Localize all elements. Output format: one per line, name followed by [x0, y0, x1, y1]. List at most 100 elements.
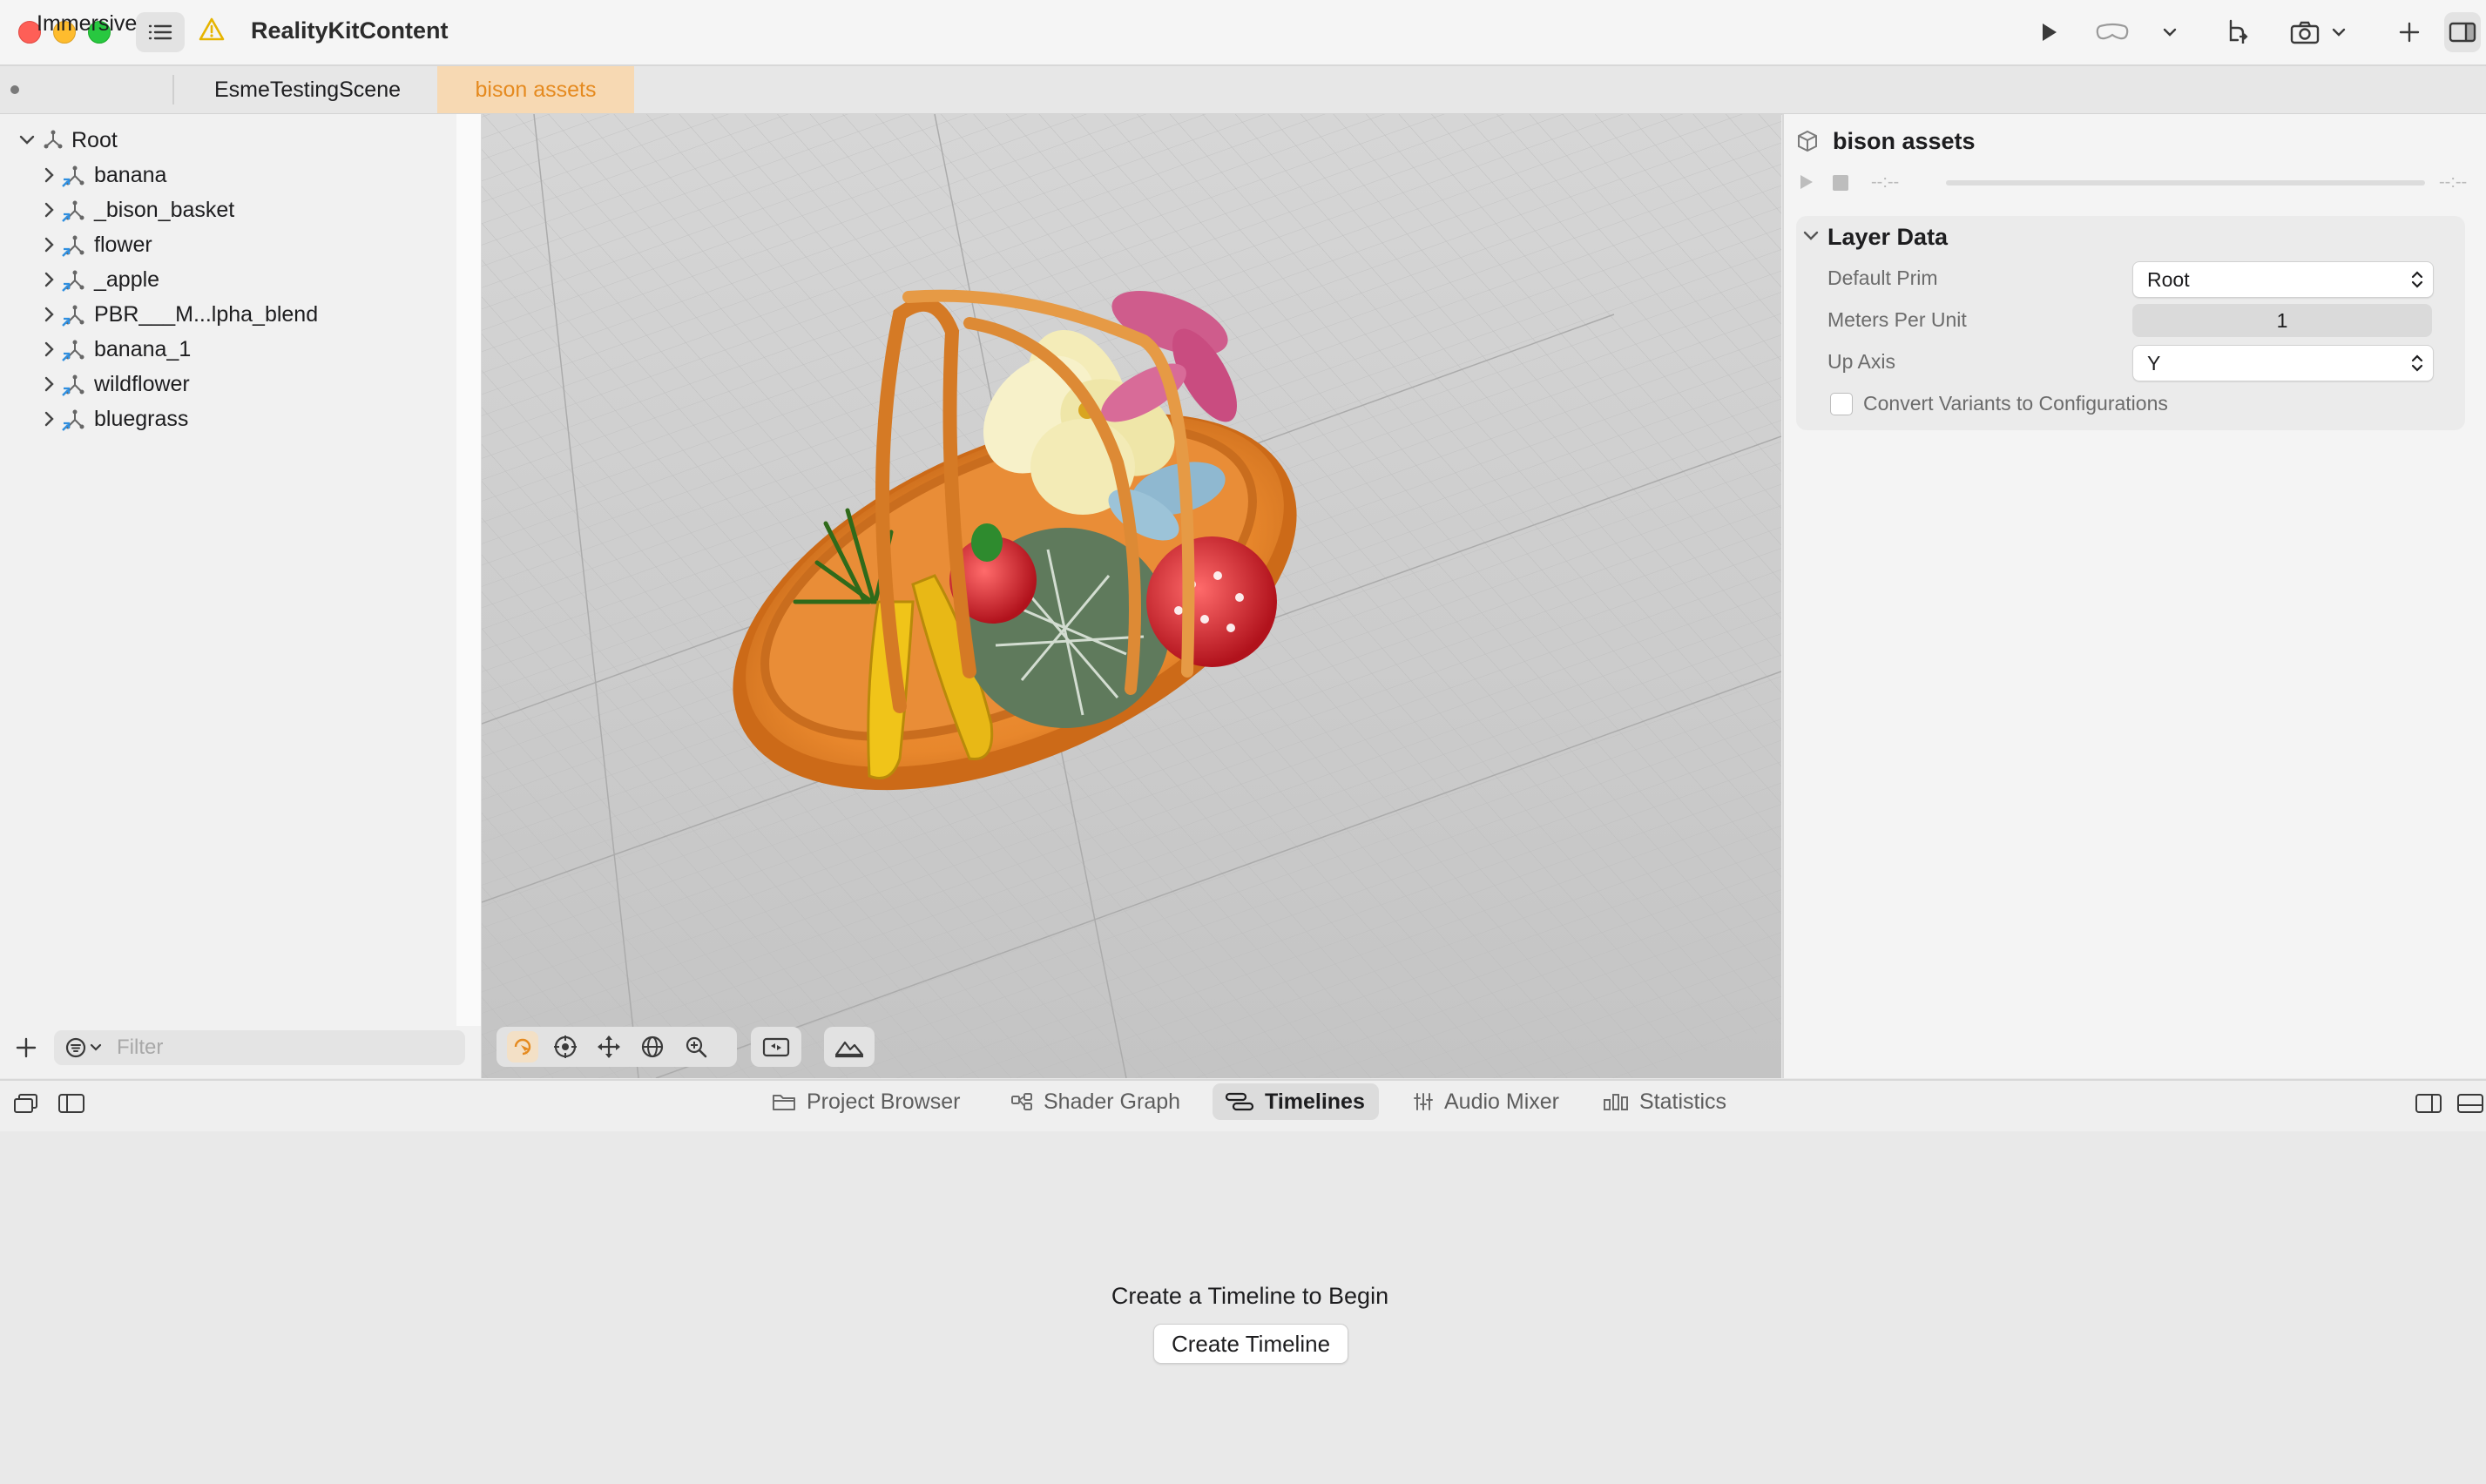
sidebar-right-icon[interactable] — [2415, 1092, 2442, 1115]
chevron-down-icon — [2163, 28, 2177, 37]
default-prim-label: Default Prim — [1827, 266, 1938, 289]
inspector-toggle-button[interactable] — [2444, 12, 2481, 52]
tree-row-label: bluegrass — [94, 407, 189, 431]
play-button[interactable] — [2033, 12, 2064, 52]
tree-row-label: banana — [94, 163, 167, 187]
entity-node-icon — [61, 199, 87, 223]
camera-icon — [2290, 21, 2320, 44]
tree-row-label: _bison_basket — [94, 198, 235, 222]
orbit-tool-icon[interactable] — [552, 1034, 578, 1060]
camera-tool-button[interactable] — [751, 1027, 801, 1067]
select-tool-icon[interactable] — [507, 1031, 538, 1062]
snapshot-button[interactable] — [2287, 12, 2322, 52]
add-entity-button[interactable] — [14, 1035, 38, 1060]
chevron-right-icon[interactable] — [42, 409, 56, 428]
chevron-right-icon[interactable] — [42, 305, 56, 324]
chevron-right-icon[interactable] — [42, 270, 56, 289]
unsaved-dot-icon — [10, 85, 19, 94]
tree-row-entity[interactable]: _apple — [0, 263, 456, 298]
chevron-right-icon[interactable] — [42, 340, 56, 359]
preview-play-button[interactable] — [1796, 172, 1815, 192]
filter-input[interactable] — [54, 1030, 465, 1065]
device-send-icon — [2229, 19, 2248, 44]
sidebar-left-icon[interactable] — [57, 1092, 85, 1115]
chevron-down-icon — [2332, 28, 2346, 37]
chevron-right-icon[interactable] — [42, 374, 56, 394]
tab-immersive[interactable]: Immersive — [37, 0, 137, 47]
navigator-divider — [456, 114, 482, 1078]
zoom-tool-icon[interactable] — [683, 1034, 709, 1060]
bottom-panel-icon[interactable] — [2456, 1092, 2484, 1115]
tree-row-entity[interactable]: wildflower — [0, 368, 456, 402]
add-button[interactable] — [2394, 12, 2425, 52]
timelines-icon — [1225, 1092, 1254, 1111]
default-prim-popup[interactable]: Root — [2132, 261, 2434, 298]
rotate-tool-icon[interactable] — [639, 1034, 665, 1060]
play-icon — [1800, 175, 1813, 189]
environment-button[interactable] — [824, 1027, 875, 1067]
vision-pro-button[interactable] — [2092, 12, 2132, 52]
chevron-down-icon[interactable] — [17, 132, 37, 148]
tree-row-entity[interactable]: _bison_basket — [0, 193, 456, 228]
up-axis-popup[interactable]: Y — [2132, 345, 2434, 381]
updown-arrows-icon — [2410, 269, 2424, 290]
stop-icon[interactable] — [1833, 175, 1848, 191]
inspector-title: bison assets — [1833, 128, 1976, 154]
tree-row-entity[interactable]: banana_1 — [0, 333, 456, 368]
chevron-right-icon[interactable] — [42, 235, 56, 254]
entity-node-icon — [61, 373, 87, 397]
window-title: RealityKitContent — [251, 17, 449, 44]
tree-row-entity[interactable]: banana — [0, 159, 456, 193]
tab-label: Statistics — [1639, 1089, 1727, 1114]
entity-cube-icon — [1796, 129, 1819, 153]
tab-project-browser[interactable]: Project Browser — [760, 1083, 974, 1120]
tree-row-entity[interactable]: PBR___M...lpha_blend — [0, 298, 456, 333]
warning-icon[interactable] — [199, 17, 225, 42]
snapshot-menu-button[interactable] — [2326, 12, 2352, 52]
tree-row-label: wildflower — [94, 372, 190, 396]
play-icon — [2043, 24, 2057, 41]
viewport-canvas[interactable] — [482, 114, 1781, 1078]
chevron-right-icon[interactable] — [42, 165, 56, 185]
tab-label: Timelines — [1265, 1089, 1365, 1114]
tree-row-label: banana_1 — [94, 337, 192, 361]
send-to-device-button[interactable] — [2219, 12, 2254, 52]
convert-variants-checkbox[interactable] — [1830, 393, 1853, 415]
filter-options-icon[interactable] — [64, 1036, 108, 1059]
tab-label: Project Browser — [807, 1089, 961, 1114]
tab-timelines[interactable]: Timelines — [1213, 1083, 1379, 1120]
tree-row-entity[interactable]: flower — [0, 228, 456, 263]
timeline-empty-message: Create a Timeline to Begin — [1111, 1283, 1389, 1309]
tab-separator — [172, 75, 174, 105]
section-title: Layer Data — [1827, 224, 1949, 250]
tab-esme-testing-scene[interactable]: EsmeTestingScene — [214, 66, 401, 113]
scene-viewport[interactable] — [482, 114, 1781, 1078]
playback-scrubber[interactable] — [1946, 180, 2425, 186]
updown-arrows-icon — [2410, 353, 2424, 374]
meters-per-unit-field[interactable]: 1 — [2132, 304, 2432, 337]
chevron-down-icon[interactable] — [1801, 228, 1821, 244]
list-icon — [147, 22, 173, 43]
entity-node-icon — [61, 408, 87, 432]
entity-node-icon — [61, 338, 87, 362]
navigator-toggle-button[interactable] — [136, 12, 185, 52]
mountains-icon — [834, 1041, 864, 1058]
tree-row-entity[interactable]: bluegrass — [0, 402, 456, 437]
transform-tools-group — [497, 1027, 737, 1067]
windows-icon[interactable] — [12, 1092, 40, 1115]
move-tool-icon[interactable] — [596, 1034, 622, 1060]
tree-row-root[interactable]: Root — [0, 124, 456, 159]
create-timeline-button[interactable]: Create Timeline — [1153, 1324, 1348, 1364]
tree-row-label: PBR___M...lpha_blend — [94, 302, 319, 327]
tree-row-label: Root — [71, 128, 118, 152]
playback-end-time: --:-- — [2439, 172, 2468, 192]
tab-label: Audio Mixer — [1444, 1089, 1559, 1114]
tab-audio-mixer[interactable]: Audio Mixer — [1401, 1083, 1573, 1120]
destination-menu-button[interactable] — [2157, 12, 2183, 52]
tab-statistics[interactable]: Statistics — [1591, 1083, 1740, 1120]
chevron-right-icon[interactable] — [42, 200, 56, 219]
entity-node-icon — [61, 268, 87, 293]
tab-bison-assets[interactable]: bison assets — [437, 66, 634, 113]
tab-shader-graph[interactable]: Shader Graph — [998, 1083, 1194, 1120]
tree-row-label: _apple — [94, 267, 160, 292]
